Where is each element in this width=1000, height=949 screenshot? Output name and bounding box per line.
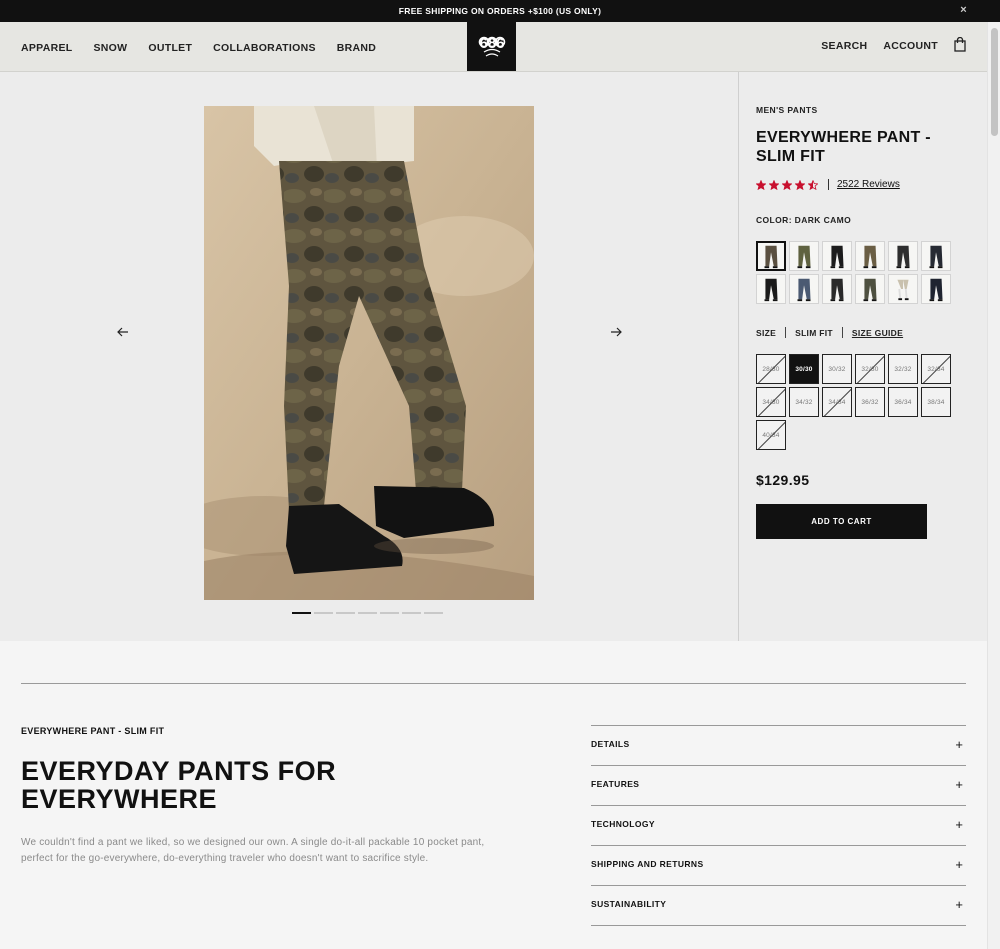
size-header: SIZE SLIM FIT SIZE GUIDE (756, 327, 903, 338)
size-option-34-32[interactable]: 34/32 (789, 387, 819, 417)
bag-icon[interactable] (954, 36, 966, 55)
plus-icon[interactable]: + (955, 897, 963, 912)
rating-row: 2522 Reviews (756, 179, 900, 190)
promo-bar: FREE SHIPPING ON ORDERS +$100 (US ONLY) … (0, 0, 1000, 22)
size-option-36-32[interactable]: 36/32 (855, 387, 885, 417)
color-swatches (756, 241, 951, 304)
product-details-section: EVERYWHERE PANT - SLIM FIT EVERYDAY PANT… (0, 641, 987, 949)
color-swatch[interactable] (921, 274, 951, 304)
logo-686-icon: 686 (478, 35, 505, 57)
nav-outlet[interactable]: OUTLET (148, 42, 192, 54)
color-swatch[interactable] (888, 241, 918, 271)
carousel-dot[interactable] (358, 612, 377, 614)
product-image[interactable] (204, 106, 534, 600)
plus-icon[interactable]: + (955, 857, 963, 872)
plus-icon[interactable]: + (955, 817, 963, 832)
color-swatch[interactable] (789, 241, 819, 271)
color-swatch[interactable] (822, 241, 852, 271)
star-rating (756, 179, 818, 190)
details-subtitle: EVERYWHERE PANT - SLIM FIT (21, 726, 165, 736)
rating-divider (828, 179, 829, 190)
color-swatch[interactable] (822, 274, 852, 304)
color-swatch[interactable] (855, 241, 885, 271)
plus-icon[interactable]: + (955, 737, 963, 752)
plus-icon[interactable]: + (955, 777, 963, 792)
star-icon (795, 179, 805, 190)
size-option-30-30[interactable]: 30/30 (789, 354, 819, 384)
color-swatch[interactable] (921, 241, 951, 271)
accordion-sustainability[interactable]: SUSTAINABILITY + (591, 886, 966, 926)
promo-text: FREE SHIPPING ON ORDERS +$100 (US ONLY) (398, 6, 602, 16)
details-accordion: DETAILS + FEATURES + TECHNOLOGY + SHIPPI… (591, 725, 966, 926)
utility-nav: SEARCH ACCOUNT (821, 36, 966, 55)
star-icon (769, 179, 779, 190)
carousel-dot[interactable] (424, 612, 443, 614)
size-option-30-32[interactable]: 30/32 (822, 354, 852, 384)
size-option-34-34[interactable]: 34/34 (822, 387, 852, 417)
carousel-dot[interactable] (314, 612, 333, 614)
search-link[interactable]: SEARCH (821, 40, 867, 52)
fit-label: SLIM FIT (795, 327, 833, 338)
star-icon (756, 179, 766, 190)
color-swatch[interactable] (789, 274, 819, 304)
color-swatch[interactable] (888, 274, 918, 304)
nav-brand[interactable]: BRAND (337, 42, 376, 54)
color-swatch[interactable] (855, 274, 885, 304)
main-nav: APPAREL SNOW OUTLET COLLABORATIONS BRAND (21, 42, 397, 54)
color-swatch[interactable] (756, 241, 786, 271)
nav-apparel[interactable]: APPAREL (21, 42, 73, 54)
accordion-label: SUSTAINABILITY (591, 899, 667, 909)
reviews-link[interactable]: 2522 Reviews (837, 179, 900, 190)
product-price: $129.95 (756, 472, 810, 488)
color-label: COLOR: DARK CAMO (756, 215, 852, 225)
size-guide-link[interactable]: SIZE GUIDE (852, 328, 903, 338)
add-to-cart-button[interactable]: ADD TO CART (756, 504, 927, 539)
accordion-label: DETAILS (591, 739, 630, 749)
site-header: APPAREL SNOW OUTLET COLLABORATIONS BRAND… (0, 22, 987, 72)
color-swatch[interactable] (756, 274, 786, 304)
section-divider (21, 683, 966, 684)
account-link[interactable]: ACCOUNT (883, 40, 938, 52)
size-option-34-30[interactable]: 34/30 (756, 387, 786, 417)
nav-snow[interactable]: SNOW (94, 42, 128, 54)
accordion-label: FEATURES (591, 779, 640, 789)
size-options: 28/30 30/30 30/32 32/30 32/32 32/34 34/30 34/32… (756, 354, 951, 450)
accordion-features[interactable]: FEATURES + (591, 766, 966, 806)
details-headline: EVERYDAY PANTS FOR EVERYWHERE (21, 756, 337, 814)
carousel-dot[interactable] (336, 612, 355, 614)
size-option-32-34[interactable]: 32/34 (921, 354, 951, 384)
size-label: SIZE (756, 327, 777, 338)
size-option-32-32[interactable]: 32/32 (888, 354, 918, 384)
arrow-left-icon[interactable] (113, 324, 133, 340)
size-option-40-34[interactable]: 40/34 (756, 420, 786, 450)
carousel-dots (292, 612, 443, 614)
accordion-label: SHIPPING AND RETURNS (591, 859, 704, 869)
nav-collaborations[interactable]: COLLABORATIONS (213, 42, 316, 54)
accordion-label: TECHNOLOGY (591, 819, 655, 829)
star-icon (782, 179, 792, 190)
close-icon[interactable]: × (960, 4, 967, 16)
size-option-36-34[interactable]: 36/34 (888, 387, 918, 417)
accordion-details[interactable]: DETAILS + (591, 726, 966, 766)
arrow-right-icon[interactable] (606, 324, 626, 340)
page-scrollbar[interactable] (987, 22, 1000, 949)
brand-logo[interactable]: 686 (467, 22, 516, 71)
carousel-dot[interactable] (292, 612, 311, 614)
accordion-technology[interactable]: TECHNOLOGY + (591, 806, 966, 846)
details-description: We couldn't find a pant we liked, so we … (21, 837, 485, 864)
size-option-32-30[interactable]: 32/30 (855, 354, 885, 384)
accordion-shipping-returns[interactable]: SHIPPING AND RETURNS + (591, 846, 966, 886)
product-info: MEN'S PANTS EVERYWHERE PANT - SLIM FIT 2… (738, 72, 987, 641)
product-title: EVERYWHERE PANT - SLIM FIT (756, 129, 931, 165)
size-option-28-30[interactable]: 28/30 (756, 354, 786, 384)
carousel-dot[interactable] (380, 612, 399, 614)
carousel-dot[interactable] (402, 612, 421, 614)
scrollbar-thumb[interactable] (991, 28, 998, 136)
product-category[interactable]: MEN'S PANTS (756, 105, 818, 115)
product-gallery (0, 72, 738, 641)
size-option-38-34[interactable]: 38/34 (921, 387, 951, 417)
star-icon (808, 179, 818, 190)
